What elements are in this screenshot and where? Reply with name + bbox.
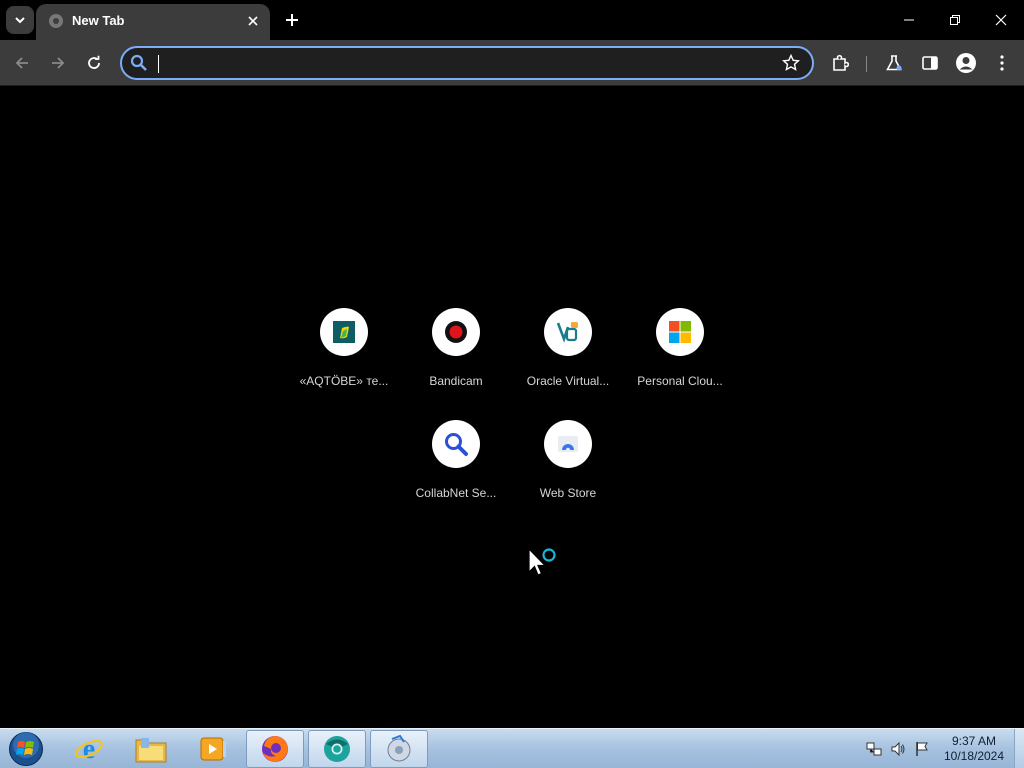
side-panel-icon (922, 56, 938, 70)
menu-button[interactable] (988, 49, 1016, 77)
action-center-flag-icon[interactable] (914, 741, 930, 757)
clock-time: 9:37 AM (951, 734, 997, 748)
close-window-button[interactable] (978, 0, 1024, 40)
shortcut-icon-circle (432, 308, 480, 356)
shortcut-label: Bandicam (429, 374, 483, 388)
chrome-favicon-icon (49, 14, 63, 28)
taskbar-app[interactable]: e (60, 730, 118, 768)
internet-explorer-icon: e (75, 734, 103, 764)
shortcut-icon-circle (432, 420, 480, 468)
tab-strip: New Tab (0, 0, 1024, 40)
toolbar-divider (866, 56, 867, 72)
minimize-icon (904, 19, 914, 21)
taskbar-app[interactable] (370, 730, 428, 768)
taskbar-app[interactable] (122, 730, 180, 768)
microsoft-icon (669, 321, 691, 343)
tab-title: New Tab (72, 13, 125, 28)
flask-icon (886, 55, 902, 71)
new-tab-button[interactable] (280, 8, 304, 32)
volume-icon[interactable] (890, 741, 906, 757)
chrome-canary-icon (324, 736, 350, 762)
taskbar-app[interactable] (308, 730, 366, 768)
labs-button[interactable] (880, 49, 908, 77)
restore-icon (950, 15, 960, 25)
collabnet-search-icon (445, 433, 468, 456)
minimize-button[interactable] (886, 0, 932, 40)
busy-cursor-icon (528, 548, 556, 576)
side-panel-button[interactable] (916, 49, 944, 77)
close-icon (995, 14, 1007, 26)
bookmark-star-icon[interactable] (782, 54, 800, 72)
reload-button[interactable] (80, 49, 108, 77)
shortcut-tile[interactable]: Bandicam (400, 308, 512, 420)
clock-date: 10/18/2024 (943, 749, 1005, 763)
restore-button[interactable] (932, 0, 978, 40)
shortcut-tile[interactable]: Web Store (512, 420, 624, 532)
shortcut-tile[interactable]: «AQTÖBE» те... (288, 308, 400, 420)
reload-icon (88, 55, 100, 69)
shortcut-label: «AQTÖBE» те... (299, 374, 389, 388)
shortcut-icon-circle (320, 308, 368, 356)
network-icon[interactable] (866, 741, 882, 757)
search-icon (130, 54, 147, 71)
windows-orb-icon (9, 732, 43, 766)
text-caret (158, 55, 159, 73)
svg-text:e: e (83, 734, 95, 764)
virtualbox-icon (556, 322, 578, 343)
show-desktop-button[interactable] (1014, 729, 1024, 768)
chevron-down-icon (15, 17, 25, 24)
toolbar (0, 40, 1024, 86)
forward-button[interactable] (44, 49, 72, 77)
plus-icon (286, 14, 298, 26)
shortcut-icon-circle (544, 420, 592, 468)
profile-button[interactable] (952, 49, 980, 77)
tab-close-button[interactable] (242, 10, 264, 32)
bandicam-icon (445, 321, 467, 343)
shortcut-tile[interactable]: CollabNet Se... (400, 420, 512, 532)
puzzle-icon (833, 54, 849, 71)
shortcut-tile[interactable]: Oracle Virtual... (512, 308, 624, 420)
shortcut-label: Personal Clou... (637, 374, 723, 388)
arrow-right-icon (52, 57, 65, 69)
shortcut-icon-circle (656, 308, 704, 356)
back-button[interactable] (8, 49, 36, 77)
web-store-icon (558, 436, 578, 453)
tab-new-tab[interactable]: New Tab (36, 4, 270, 40)
taskbar-app[interactable] (184, 730, 242, 768)
address-bar[interactable] (120, 46, 814, 80)
address-input[interactable] (156, 52, 756, 74)
shortcut-label: CollabNet Se... (415, 486, 497, 500)
shortcut-icon-circle (544, 308, 592, 356)
more-vert-icon (1000, 55, 1004, 71)
close-icon (248, 16, 258, 26)
taskbar-app[interactable] (246, 730, 304, 768)
shortcut-label: Oracle Virtual... (526, 374, 610, 388)
media-center-icon (387, 734, 411, 762)
shortcut-tile[interactable]: Personal Clou... (624, 308, 736, 420)
system-clock[interactable]: 9:37 AM 10/18/2024 (940, 734, 1008, 764)
extensions-button[interactable] (826, 49, 854, 77)
firefox-icon (262, 736, 288, 762)
file-explorer-icon (135, 738, 167, 763)
arrow-left-icon (15, 57, 28, 69)
taskbar: e 9:37 AM 10/18/2024 (0, 728, 1024, 768)
start-button[interactable] (6, 731, 46, 767)
media-player-icon (200, 737, 226, 761)
avatar-icon (956, 53, 976, 73)
shortcut-label: Web Store (539, 486, 597, 500)
aqtobe-icon (333, 321, 355, 343)
tab-search-button[interactable] (6, 6, 34, 34)
